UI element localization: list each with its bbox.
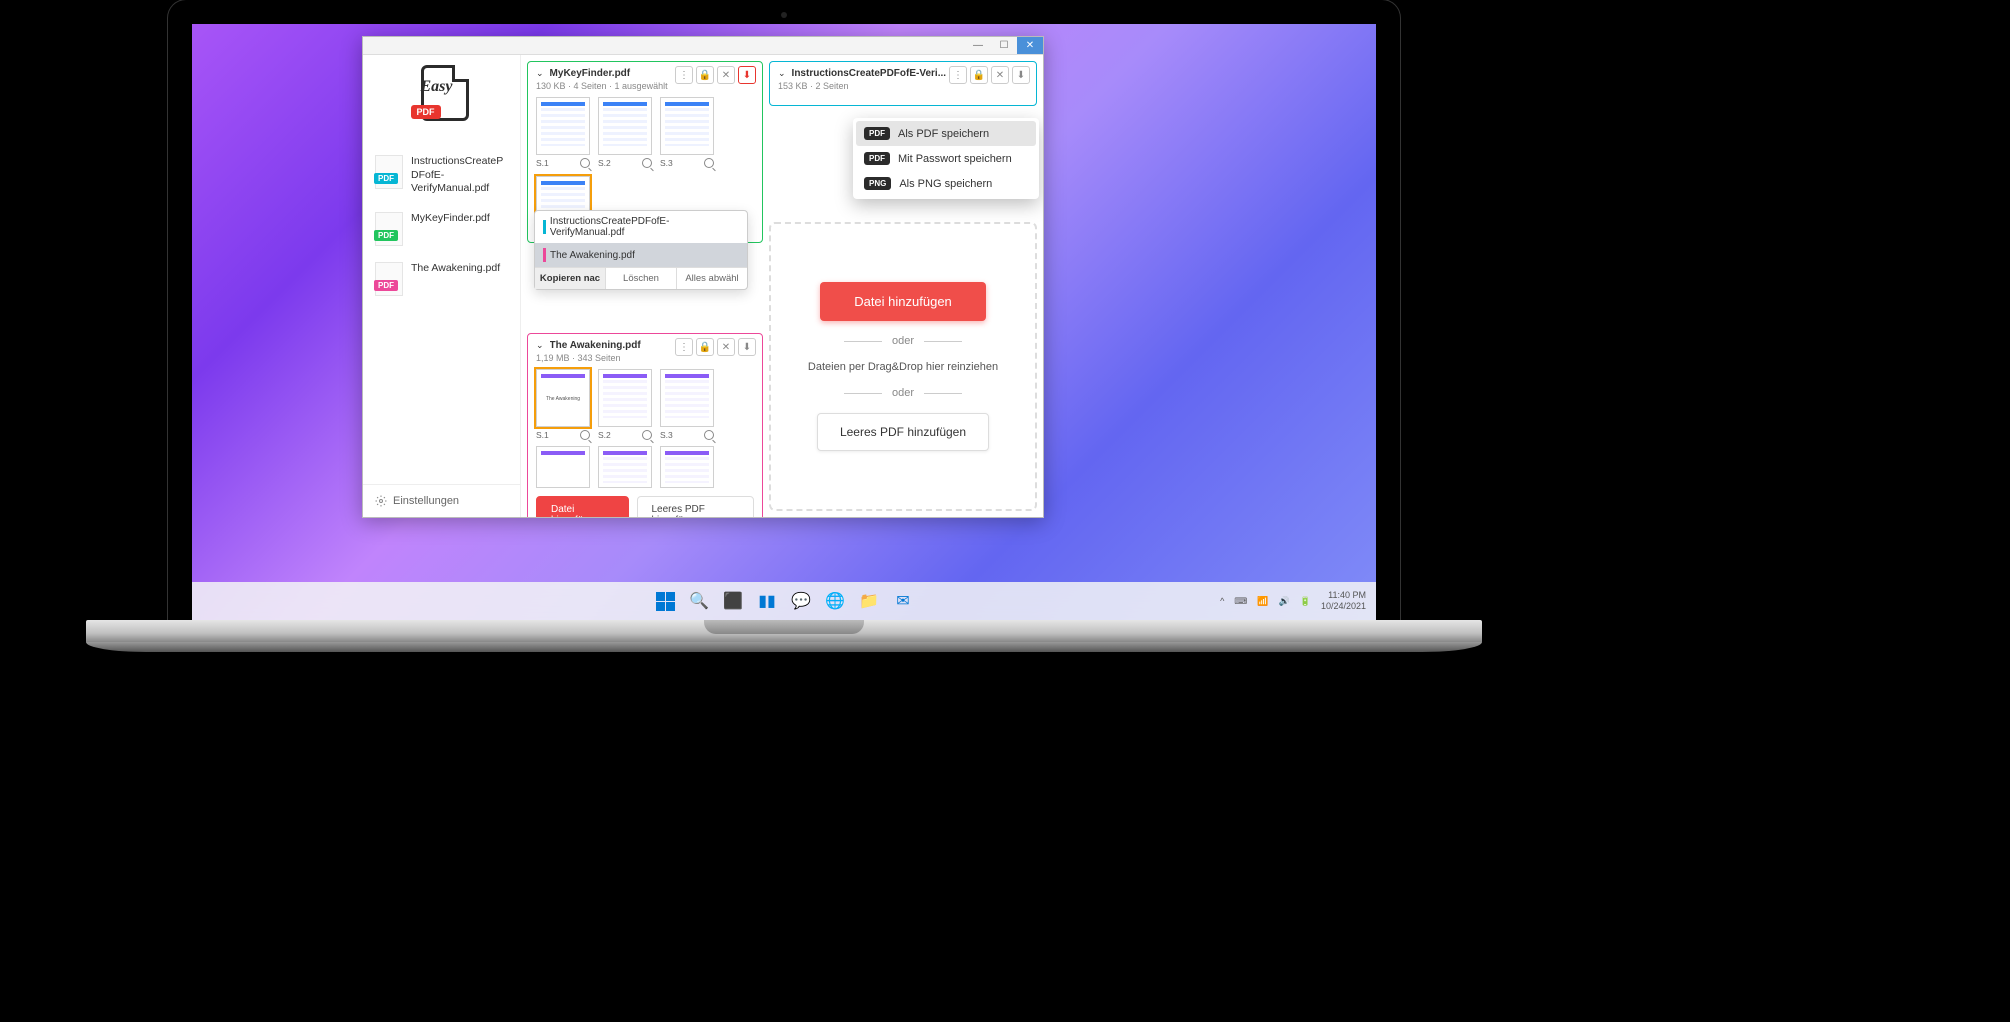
file-name: MyKeyFinder.pdf (411, 212, 490, 226)
add-empty-pdf-button-large[interactable]: Leeres PDF hinzufügen (817, 413, 989, 451)
page-thumb[interactable]: S.1 (536, 97, 590, 168)
app-window: — ☐ ✕ Easy PDF (362, 36, 1044, 518)
settings-button[interactable]: Einstellungen (363, 484, 520, 517)
chevron-down-icon[interactable]: ⌄ (536, 340, 544, 351)
settings-label: Einstellungen (393, 495, 459, 507)
page-thumb[interactable]: The AwakeningS.1 (536, 369, 590, 440)
zoom-icon[interactable] (642, 158, 652, 168)
page-thumb[interactable] (536, 446, 590, 488)
page-thumb[interactable]: S.2 (598, 369, 652, 440)
titlebar: — ☐ ✕ (363, 37, 1043, 55)
page-thumb[interactable] (598, 446, 652, 488)
keyboard-icon[interactable]: ⌨ (1234, 596, 1247, 607)
file-name: The Awakening.pdf (411, 262, 500, 276)
zoom-icon[interactable] (642, 430, 652, 440)
tray-chevron-icon[interactable]: ^ (1220, 596, 1224, 606)
dragdrop-hint: Dateien per Drag&Drop hier reinziehen (808, 361, 998, 373)
add-empty-pdf-button[interactable]: Leeres PDF hinzufügen (637, 496, 755, 517)
group-awakening: ⌄ The Awakening.pdf ⋮ 🔒 ✕ ⬇ 1,19 MB · 34… (527, 333, 763, 517)
group-instructions: ⌄ InstructionsCreatePDFofE-Veri... ⋮ 🔒 ✕… (769, 61, 1037, 106)
lock-icon[interactable]: 🔒 (970, 66, 988, 84)
drag-selection-popup: InstructionsCreatePDFofE-VerifyManual.pd… (534, 210, 748, 290)
drop-zone[interactable]: Datei hinzufügen oder Dateien per Drag&D… (769, 222, 1037, 511)
laptop-notch (704, 620, 864, 634)
sidebar-file-awakening[interactable]: PDF The Awakening.pdf (371, 254, 512, 304)
camera (781, 12, 787, 18)
task-view-icon[interactable]: ⬛ (718, 586, 748, 616)
save-as-pdf-item[interactable]: PDFAls PDF speichern (856, 121, 1036, 146)
page-thumb[interactable] (660, 446, 714, 488)
save-as-png-item[interactable]: PNGAls PNG speichern (856, 171, 1036, 196)
chat-icon[interactable]: 💬 (786, 586, 816, 616)
page-thumb[interactable]: S.3 (660, 369, 714, 440)
page-thumb[interactable]: S.3 (660, 97, 714, 168)
app-logo: Easy PDF (363, 55, 520, 141)
taskbar: 🔍 ⬛ ▮▮ 💬 🌐 📁 ✉ ^ ⌨ 📶 🔊 🔋 11:40 PM (192, 582, 1376, 620)
close-icon[interactable]: ✕ (717, 66, 735, 84)
chevron-down-icon[interactable]: ⌄ (536, 68, 544, 79)
close-icon[interactable]: ✕ (717, 338, 735, 356)
drag-item[interactable]: The Awakening.pdf (535, 243, 747, 267)
download-icon[interactable]: ⬇ (738, 338, 756, 356)
maximize-button[interactable]: ☐ (991, 37, 1017, 54)
zoom-icon[interactable] (580, 158, 590, 168)
close-button[interactable]: ✕ (1017, 37, 1043, 54)
gear-icon (375, 495, 387, 507)
more-icon[interactable]: ⋮ (675, 338, 693, 356)
explorer-icon[interactable]: 📁 (854, 586, 884, 616)
page-thumb[interactable]: S.2 (598, 97, 652, 168)
sidebar-file-instructions[interactable]: PDF InstructionsCreatePDFofE-VerifyManua… (371, 147, 512, 204)
drag-item[interactable]: InstructionsCreatePDFofE-VerifyManual.pd… (535, 211, 747, 243)
add-file-button-large[interactable]: Datei hinzufügen (820, 282, 986, 321)
sidebar-file-mykeyfinder[interactable]: PDF MyKeyFinder.pdf (371, 204, 512, 254)
add-file-button[interactable]: Datei hinzufügen (536, 496, 629, 517)
sidebar: Easy PDF PDF InstructionsCreatePDFofE-Ve… (363, 55, 521, 517)
lock-icon[interactable]: 🔒 (696, 66, 714, 84)
wifi-icon[interactable]: 📶 (1257, 596, 1268, 607)
battery-icon[interactable]: 🔋 (1300, 596, 1311, 607)
more-icon[interactable]: ⋮ (675, 66, 693, 84)
divider-or: oder (791, 387, 1015, 399)
delete-button[interactable]: Löschen (606, 268, 677, 289)
volume-icon[interactable]: 🔊 (1279, 596, 1290, 607)
divider-or: oder (791, 335, 1015, 347)
start-button[interactable] (650, 586, 680, 616)
group-mykeyfinder: ⌄ MyKeyFinder.pdf ⋮ 🔒 ✕ ⬇ 130 KB · 4 Sei… (527, 61, 763, 243)
widgets-icon[interactable]: ▮▮ (752, 586, 782, 616)
save-dropdown: PDFAls PDF speichern PDFMit Passwort spe… (853, 118, 1039, 199)
close-icon[interactable]: ✕ (991, 66, 1009, 84)
zoom-icon[interactable] (704, 158, 714, 168)
mail-icon[interactable]: ✉ (888, 586, 918, 616)
file-name: InstructionsCreatePDFofE-VerifyManual.pd… (411, 155, 508, 196)
save-with-password-item[interactable]: PDFMit Passwort speichern (856, 146, 1036, 171)
deselect-all-button[interactable]: Alles abwähl (677, 268, 747, 289)
zoom-icon[interactable] (704, 430, 714, 440)
zoom-icon[interactable] (580, 430, 590, 440)
lock-icon[interactable]: 🔒 (696, 338, 714, 356)
edge-icon[interactable]: 🌐 (820, 586, 850, 616)
download-icon[interactable]: ⬇ (1012, 66, 1030, 84)
minimize-button[interactable]: — (965, 37, 991, 54)
download-icon[interactable]: ⬇ (738, 66, 756, 84)
chevron-down-icon[interactable]: ⌄ (778, 68, 786, 79)
search-icon[interactable]: 🔍 (684, 586, 714, 616)
clock[interactable]: 11:40 PM 10/24/2021 (1321, 590, 1366, 612)
copy-to-button[interactable]: Kopieren nac (535, 268, 606, 289)
more-icon[interactable]: ⋮ (949, 66, 967, 84)
